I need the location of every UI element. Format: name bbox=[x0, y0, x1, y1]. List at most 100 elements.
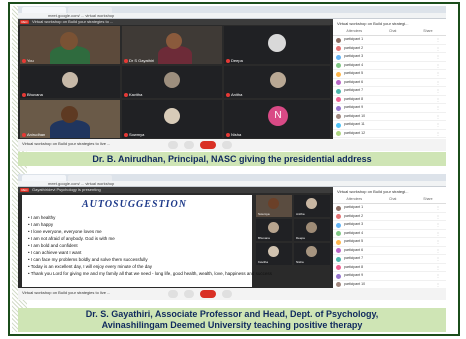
participant-tile[interactable]: Kavitha bbox=[122, 66, 222, 98]
avatar bbox=[336, 248, 341, 253]
mic-muted-icon bbox=[124, 92, 128, 97]
attendee-row[interactable]: participant 4 ⋮ bbox=[333, 62, 446, 70]
more-options-icon[interactable]: ⋮ bbox=[436, 88, 440, 93]
tab-chat[interactable]: Chat bbox=[389, 197, 396, 201]
attendee-row[interactable]: participant 7 ⋮ bbox=[333, 255, 446, 264]
participant-tile[interactable]: N Nisha bbox=[224, 100, 330, 138]
attendee-row[interactable]: participant 1 ⋮ bbox=[333, 36, 446, 45]
attendee-row[interactable]: participant 9 ⋮ bbox=[333, 104, 446, 113]
participant-tile[interactable]: Kavitha bbox=[256, 243, 292, 265]
attendee-name: participant 2 bbox=[344, 45, 364, 50]
tab-share[interactable]: Share bbox=[423, 29, 432, 33]
more-options-icon[interactable]: ⋮ bbox=[436, 256, 440, 261]
attendees-panel: Virtual workshop on Build your strategi.… bbox=[333, 187, 446, 289]
participant-tile[interactable]: Sowmya bbox=[256, 195, 292, 217]
present-button[interactable] bbox=[222, 141, 232, 149]
attendee-row[interactable]: participant 6 ⋮ bbox=[333, 247, 446, 255]
more-options-icon[interactable]: ⋮ bbox=[436, 80, 440, 85]
avatar bbox=[62, 72, 78, 88]
attendee-row[interactable]: participant 4 ⋮ bbox=[333, 230, 446, 238]
attendee-row[interactable]: participant 1 ⋮ bbox=[333, 204, 446, 213]
participant-tile[interactable]: Bhuvana bbox=[256, 219, 292, 241]
camera-button[interactable] bbox=[184, 290, 194, 298]
participant-name: Nisha bbox=[231, 132, 242, 137]
avatar bbox=[306, 222, 317, 233]
more-options-icon[interactable]: ⋮ bbox=[436, 205, 440, 210]
more-options-icon[interactable]: ⋮ bbox=[436, 273, 440, 278]
slide-bullet: • I love everyone, everyone loves me bbox=[28, 229, 102, 234]
more-options-icon[interactable]: ⋮ bbox=[436, 114, 440, 119]
attendee-row[interactable]: participant 12 ⋮ bbox=[333, 130, 446, 138]
more-options-icon[interactable]: ⋮ bbox=[436, 222, 440, 227]
participant-tile[interactable]: You bbox=[20, 26, 120, 64]
more-options-icon[interactable]: ⋮ bbox=[436, 105, 440, 110]
tab-chat[interactable]: Chat bbox=[389, 29, 396, 33]
attendee-row[interactable]: participant 2 ⋮ bbox=[333, 213, 446, 221]
avatar bbox=[336, 63, 341, 68]
participant-tile[interactable]: Bhuvana bbox=[20, 66, 120, 98]
more-options-icon[interactable]: ⋮ bbox=[436, 231, 440, 236]
participant-tile[interactable]: Deepa bbox=[294, 219, 330, 241]
more-options-icon[interactable]: ⋮ bbox=[436, 282, 440, 287]
attendee-row[interactable]: participant 8 ⋮ bbox=[333, 96, 446, 104]
attendee-row[interactable]: participant 2 ⋮ bbox=[333, 45, 446, 53]
participant-name: Anitha bbox=[296, 212, 305, 216]
more-options-icon[interactable]: ⋮ bbox=[436, 265, 440, 270]
participant-tile[interactable]: Sowmya bbox=[122, 100, 222, 138]
avatar bbox=[306, 246, 317, 257]
participant-tile[interactable]: Nisha bbox=[294, 243, 330, 265]
avatar bbox=[336, 37, 341, 43]
attendee-name: participant 4 bbox=[344, 230, 364, 235]
attendee-name: participant 1 bbox=[344, 37, 364, 41]
more-options-icon[interactable]: ⋮ bbox=[436, 97, 440, 102]
more-options-icon[interactable]: ⋮ bbox=[436, 54, 440, 59]
attendee-row[interactable]: participant 9 ⋮ bbox=[333, 272, 446, 281]
leave-call-button[interactable] bbox=[200, 141, 216, 149]
mic-button[interactable] bbox=[168, 141, 178, 149]
attendee-row[interactable]: participant 3 ⋮ bbox=[333, 221, 446, 230]
tab-share[interactable]: Share bbox=[423, 197, 432, 201]
more-options-icon[interactable]: ⋮ bbox=[436, 248, 440, 253]
participant-name: Sowmya bbox=[258, 212, 270, 216]
camera-button[interactable] bbox=[184, 141, 194, 149]
attendee-name: participant 12 bbox=[344, 130, 366, 135]
avatar bbox=[336, 205, 341, 211]
attendee-name: participant 6 bbox=[344, 79, 364, 84]
attendee-row[interactable]: participant 3 ⋮ bbox=[333, 53, 446, 62]
more-options-icon[interactable]: ⋮ bbox=[436, 71, 440, 76]
panel-tabs: Attendees Chat Share bbox=[333, 196, 446, 204]
avatar bbox=[306, 198, 317, 209]
leave-call-button[interactable] bbox=[200, 290, 216, 298]
mic-button[interactable] bbox=[168, 290, 178, 298]
mic-muted-icon bbox=[124, 58, 128, 63]
more-options-icon[interactable]: ⋮ bbox=[436, 63, 440, 68]
slide-bullet: • I can face my problems boldly and solv… bbox=[28, 257, 148, 262]
tab-attendees[interactable]: Attendees bbox=[346, 197, 362, 201]
participant-tile[interactable]: Dr S Gayathiri bbox=[122, 26, 222, 64]
participant-tile[interactable]: Anitha bbox=[294, 195, 330, 217]
participant-tile[interactable]: Deepa bbox=[224, 26, 330, 64]
attendee-row[interactable]: participant 11 ⋮ bbox=[333, 121, 446, 130]
more-options-icon[interactable]: ⋮ bbox=[436, 239, 440, 244]
slide-title: AUTOSUGGESTION bbox=[82, 199, 187, 210]
participant-name: Bhuvana bbox=[27, 92, 43, 97]
avatar bbox=[270, 72, 286, 88]
more-options-icon[interactable]: ⋮ bbox=[436, 131, 440, 136]
attendee-row[interactable]: participant 5 ⋮ bbox=[333, 70, 446, 79]
attendee-row[interactable]: participant 8 ⋮ bbox=[333, 264, 446, 272]
attendee-row[interactable]: participant 5 ⋮ bbox=[333, 238, 446, 247]
attendee-name: participant 5 bbox=[344, 239, 364, 243]
more-options-icon[interactable]: ⋮ bbox=[436, 37, 440, 42]
attendee-row[interactable]: participant 6 ⋮ bbox=[333, 79, 446, 87]
attendee-row[interactable]: participant 7 ⋮ bbox=[333, 87, 446, 96]
attendees-panel: Virtual workshop on Build your strategi.… bbox=[333, 19, 446, 139]
participant-tile[interactable]: Anirudhan bbox=[20, 100, 120, 138]
more-options-icon[interactable]: ⋮ bbox=[436, 122, 440, 127]
avatar bbox=[336, 46, 341, 51]
participant-tile[interactable]: Anitha bbox=[224, 66, 330, 98]
present-button[interactable] bbox=[222, 290, 232, 298]
more-options-icon[interactable]: ⋮ bbox=[436, 214, 440, 219]
more-options-icon[interactable]: ⋮ bbox=[436, 46, 440, 51]
tab-attendees[interactable]: Attendees bbox=[346, 29, 362, 33]
attendee-row[interactable]: participant 10 ⋮ bbox=[333, 113, 446, 121]
